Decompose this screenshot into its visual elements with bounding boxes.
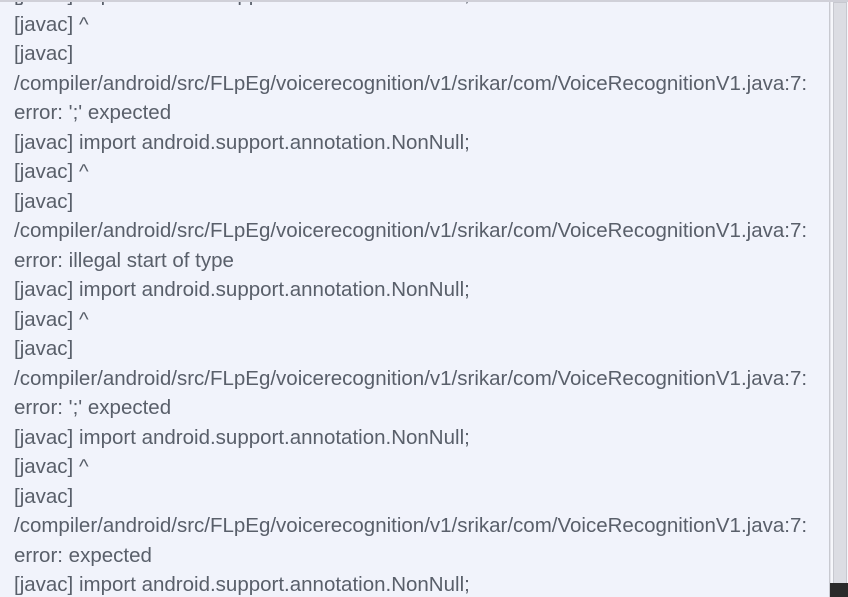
console-line: /compiler/android/src/FLpEg/voicerecogni…	[14, 216, 825, 246]
console-line: [javac] import android.support.annotatio…	[14, 570, 825, 597]
console-line: /compiler/android/src/FLpEg/voicerecogni…	[14, 364, 825, 394]
console-line: [javac] ^	[14, 305, 825, 335]
console-line: [javac] import android.support.annotatio…	[14, 128, 825, 158]
console-line: [javac]	[14, 39, 825, 69]
scrollbar-thumb[interactable]	[833, 2, 847, 597]
console-line: [javac] import android.support.annotatio…	[14, 423, 825, 453]
console-line: error: ';' expected	[14, 98, 825, 128]
console-line: /compiler/android/src/FLpEg/voicerecogni…	[14, 511, 825, 541]
console-line: [javac]	[14, 187, 825, 217]
console-line: [javac] ^	[14, 157, 825, 187]
console-line: error: illegal start of type	[14, 246, 825, 276]
console-line: /compiler/android/src/FLpEg/voicerecogni…	[14, 69, 825, 99]
console-output[interactable]: [javac] import android.support.annotatio…	[0, 2, 830, 597]
console-line: error: ';' expected	[14, 393, 825, 423]
console-line: [javac] ^	[14, 10, 825, 40]
console-line: error: expected	[14, 541, 825, 571]
console-line: [javac] import android.support.annotatio…	[14, 2, 825, 10]
console-line: [javac] import android.support.annotatio…	[14, 275, 825, 305]
vertical-scrollbar[interactable]	[830, 2, 848, 597]
console-line: [javac]	[14, 334, 825, 364]
console-text-block: [javac] import android.support.annotatio…	[14, 2, 825, 597]
console-line: [javac] ^	[14, 452, 825, 482]
console-line: [javac]	[14, 482, 825, 512]
compiler-output-panel: [javac] import android.support.annotatio…	[0, 0, 848, 597]
resize-grip-icon[interactable]	[830, 583, 848, 597]
